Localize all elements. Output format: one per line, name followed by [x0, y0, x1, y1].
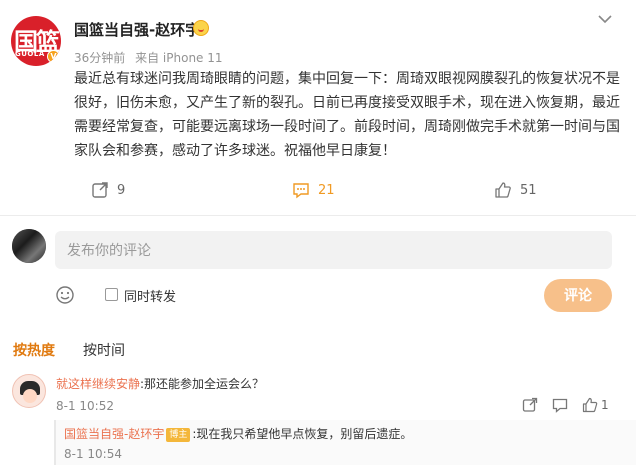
commenter-avatar[interactable]: [12, 374, 46, 408]
more-options-icon[interactable]: [596, 13, 614, 25]
thumbs-up-icon: [495, 182, 511, 198]
reply-body: 国篮当自强-赵环宇 博主:现在我只希望他早点恢复，别留后遗症。: [64, 425, 412, 442]
comment-reply-icon[interactable]: [552, 397, 568, 413]
post-action-bar: 9 21 51: [0, 178, 636, 202]
author-emoji-badge-icon: [193, 20, 209, 36]
repost-count: 9: [117, 182, 126, 198]
comment-like-count: 1: [601, 398, 609, 412]
repost-button[interactable]: 9: [91, 178, 125, 202]
emoji-icon[interactable]: [55, 285, 75, 305]
avatar-logo-subtext: GUOLA: [15, 50, 45, 58]
comment-count: 21: [318, 182, 335, 198]
comment-time: 8-1 10:52: [56, 399, 114, 413]
post-source: 来自 iPhone 11: [135, 51, 223, 65]
post-meta: 36分钟前 来自 iPhone 11: [74, 49, 229, 66]
sort-by-hot-tab[interactable]: 按热度: [13, 340, 55, 360]
author-badge: 博主: [166, 428, 191, 442]
post-time[interactable]: 36分钟前: [74, 51, 125, 65]
like-button[interactable]: 51: [494, 178, 537, 202]
commenter-name[interactable]: 就这样继续安静: [56, 377, 140, 391]
submit-comment-button[interactable]: 评论: [544, 279, 612, 312]
like-count: 51: [520, 182, 537, 198]
repost-checkbox[interactable]: [105, 288, 118, 301]
author-avatar[interactable]: 国篮 GUOLA V: [11, 16, 61, 66]
comment-like-icon[interactable]: [582, 397, 598, 413]
reply-time: 8-1 10:54: [64, 447, 122, 461]
weibo-post: 国篮 GUOLA V 国篮当自强-赵环宇 36分钟前 来自 iPhone 11 …: [0, 0, 636, 216]
repost-icon: [92, 182, 108, 198]
comment-icon: [293, 183, 309, 199]
current-user-avatar[interactable]: [12, 229, 46, 263]
comment-button[interactable]: 21: [292, 178, 335, 202]
sort-by-time-tab[interactable]: 按时间: [83, 340, 125, 360]
reply-text: :现在我只希望他早点恢复，别留后遗症。: [192, 427, 413, 441]
repost-checkbox-label[interactable]: 同时转发: [124, 286, 176, 305]
author-name[interactable]: 国篮当自强-赵环宇: [74, 19, 200, 40]
comment-body: 就这样继续安静:那还能参加全运会么？: [56, 375, 264, 392]
post-body-text: 最近总有球迷问我周琦眼睛的问题，集中回复一下：周琦双眼视网膜裂孔的恢复状况不是很…: [74, 71, 620, 159]
comment-repost-icon[interactable]: [522, 397, 538, 413]
reply-author-name[interactable]: 国篮当自强-赵环宇: [64, 427, 164, 441]
verified-badge-icon: V: [47, 50, 60, 63]
comment-input[interactable]: [55, 231, 612, 269]
comment-text: :那还能参加全运会么？: [140, 377, 265, 391]
